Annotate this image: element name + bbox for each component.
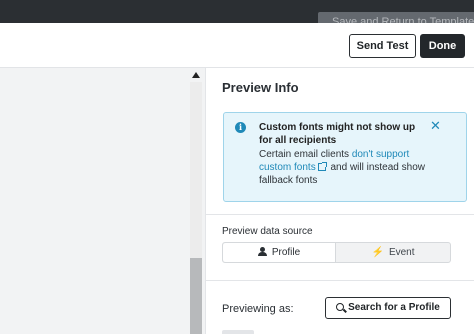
scroll-up-arrow-icon[interactable] — [192, 72, 200, 78]
alert-title: Custom fonts might not show up for all r… — [259, 122, 416, 146]
external-link-icon[interactable] — [317, 162, 327, 171]
previewing-as-label: Previewing as: — [222, 303, 294, 315]
top-bar: Save and Return to Template — [0, 0, 474, 34]
editor-toolbar: Send Test Done — [0, 23, 474, 68]
done-button[interactable]: Done — [420, 34, 465, 58]
data-source-label: Preview data source — [222, 226, 313, 237]
divider — [206, 280, 474, 281]
close-icon[interactable]: ✕ — [430, 118, 441, 134]
event-option-label: Event — [388, 247, 415, 258]
preview-info-panel: Preview Info i Custom fonts might not sh… — [205, 68, 474, 334]
custom-fonts-alert: i Custom fonts might not show up for all… — [223, 112, 467, 202]
alert-body-prefix: Certain email clients — [259, 149, 352, 160]
data-source-toggle: Profile ⚡ Event — [222, 242, 451, 263]
panel-title: Preview Info — [222, 80, 299, 95]
canvas-scrollbar-thumb[interactable] — [190, 258, 202, 334]
search-profile-button[interactable]: Search for a Profile — [325, 297, 451, 319]
profile-option[interactable]: Profile — [223, 243, 336, 262]
info-icon: i — [235, 122, 246, 133]
email-canvas — [0, 68, 205, 334]
search-profile-label: Search for a Profile — [348, 302, 440, 313]
person-icon — [257, 247, 267, 256]
divider — [206, 214, 474, 215]
profile-placeholder — [222, 330, 254, 334]
bolt-icon: ⚡ — [371, 247, 384, 258]
search-icon — [336, 303, 345, 311]
send-test-button[interactable]: Send Test — [349, 34, 416, 58]
alert-body: Certain email clients don't support cust… — [259, 148, 439, 187]
profile-option-label: Profile — [271, 247, 301, 258]
event-option[interactable]: ⚡ Event — [336, 243, 450, 262]
